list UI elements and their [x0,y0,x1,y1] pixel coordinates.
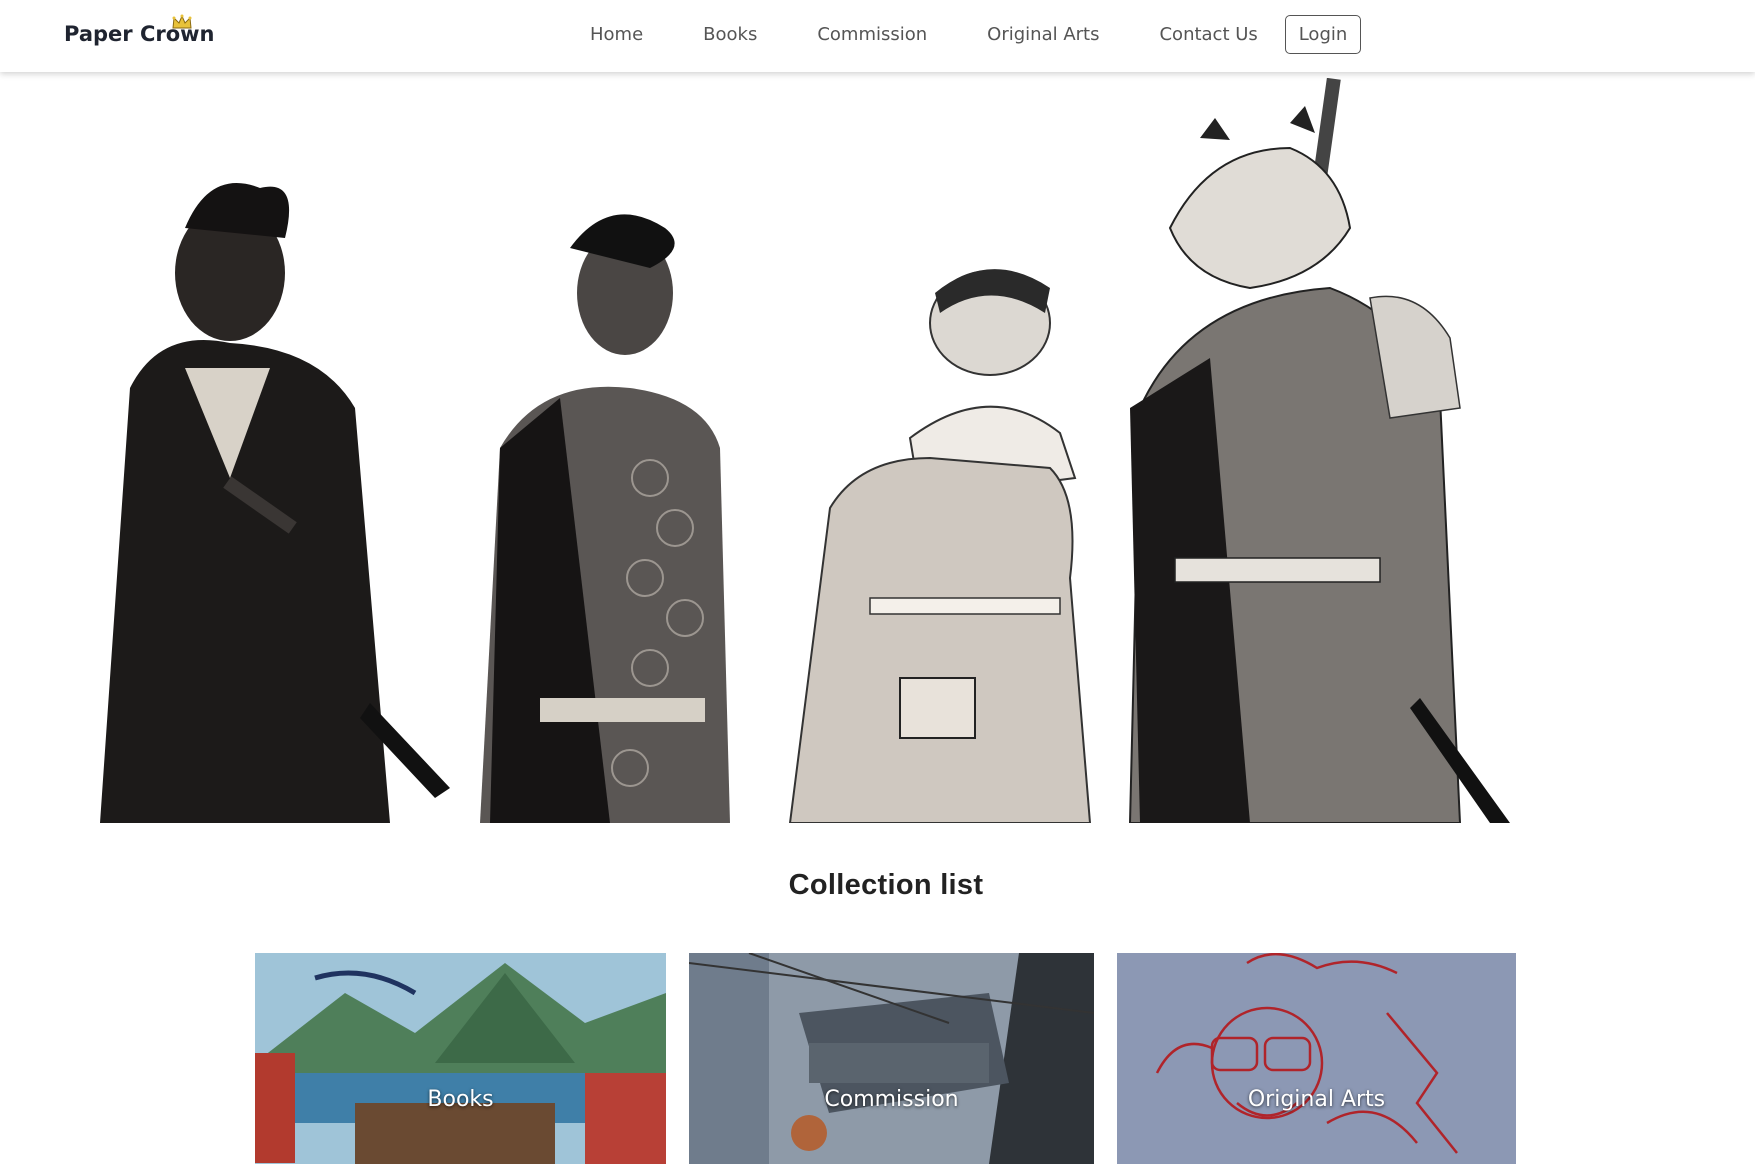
original-arts-cover-image [1117,953,1516,1164]
hero-banner [90,78,1690,823]
nav-commission-link[interactable]: Commission [817,24,927,45]
brand-logo[interactable]: Paper Crown [64,14,215,46]
collection-title: Collection list [788,869,984,901]
cat-samurai-figure-4 [1128,78,1510,823]
card-label-books: Books [427,1087,494,1112]
main-nav: Home Books Commission Original Arts Cont… [590,14,1318,54]
robed-figure-3 [788,269,1092,823]
nav-original-arts-link[interactable]: Original Arts [987,24,1099,45]
nav-contact-us-link[interactable]: Contact Us [1159,24,1257,45]
collection-card-original-arts[interactable]: Original Arts [1117,953,1516,1164]
collection-card-books[interactable]: Books [255,953,666,1164]
top-navbar: Paper Crown Home Books Commission Origin… [0,0,1755,72]
login-button[interactable]: Login [1285,15,1361,54]
books-cover-image [255,953,666,1164]
card-label-commission: Commission [824,1087,959,1112]
samurai-figure-1 [100,183,450,823]
crown-icon [172,14,192,29]
commission-cover-image [689,953,1094,1164]
nav-home-link[interactable]: Home [590,24,643,45]
card-label-original-arts: Original Arts [1247,1087,1386,1112]
samurai-figure-2 [480,214,730,823]
nav-books-link[interactable]: Books [703,24,757,45]
collection-card-commission[interactable]: Commission [689,953,1094,1164]
samurai-illustration [100,78,1510,823]
